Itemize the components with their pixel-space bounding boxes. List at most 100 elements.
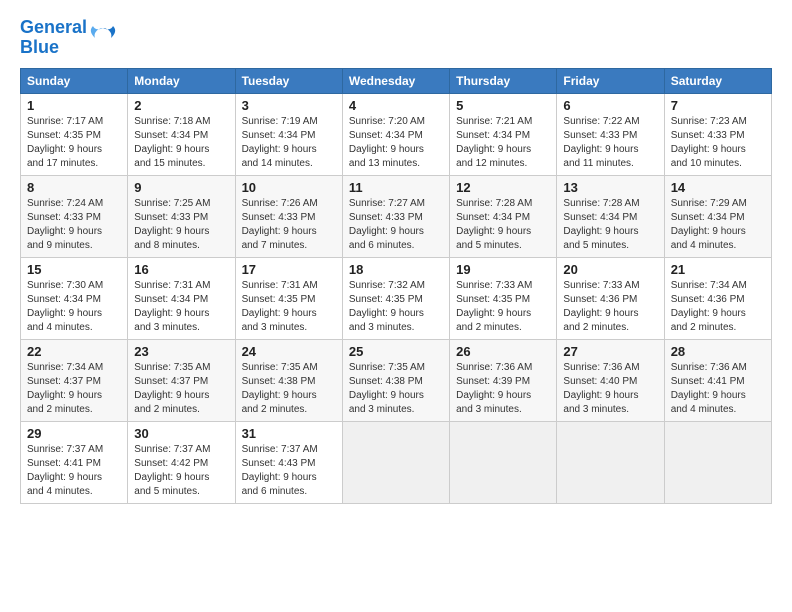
day-info: Sunrise: 7:32 AM Sunset: 4:35 PM Dayligh… [349, 279, 443, 335]
day-number: 19 [456, 262, 550, 277]
day-number: 14 [671, 180, 765, 195]
header-row: Sunday Monday Tuesday Wednesday Thursday… [21, 68, 772, 93]
day-cell: 22 Sunrise: 7:34 AM Sunset: 4:37 PM Dayli… [21, 339, 128, 421]
day-info: Sunrise: 7:33 AM Sunset: 4:36 PM Dayligh… [563, 279, 657, 335]
col-saturday: Saturday [664, 68, 771, 93]
page: General Blue Sunday Monday Tuesday Wedne… [0, 0, 792, 514]
day-number: 9 [134, 180, 228, 195]
day-number: 31 [242, 426, 336, 441]
day-cell: 1 Sunrise: 7:17 AM Sunset: 4:35 PM Daylig… [21, 93, 128, 175]
day-number: 24 [242, 344, 336, 359]
day-cell: 17Sunrise: 7:31 AM Sunset: 4:35 PM Dayli… [235, 257, 342, 339]
day-cell: 21 Sunrise: 7:34 AM Sunset: 4:36 PM Dayli… [664, 257, 771, 339]
col-tuesday: Tuesday [235, 68, 342, 93]
day-cell: 23 Sunrise: 7:35 AM Sunset: 4:37 PM Dayli… [128, 339, 235, 421]
day-number: 30 [134, 426, 228, 441]
header: General Blue [20, 18, 772, 58]
day-cell: 13 Sunrise: 7:28 AM Sunset: 4:34 PM Dayli… [557, 175, 664, 257]
day-cell: 7 Sunrise: 7:23 AM Sunset: 4:33 PM Daylig… [664, 93, 771, 175]
col-wednesday: Wednesday [342, 68, 449, 93]
day-cell: 3Sunrise: 7:19 AM Sunset: 4:34 PM Daylig… [235, 93, 342, 175]
col-thursday: Thursday [450, 68, 557, 93]
day-number: 10 [242, 180, 336, 195]
day-cell: 29Sunrise: 7:37 AM Sunset: 4:41 PM Dayli… [21, 421, 128, 503]
day-info: Sunrise: 7:28 AM Sunset: 4:34 PM Dayligh… [563, 197, 657, 253]
day-info: Sunrise: 7:36 AM Sunset: 4:41 PM Dayligh… [671, 361, 765, 417]
day-info: Sunrise: 7:37 AM Sunset: 4:42 PM Dayligh… [134, 443, 228, 499]
day-number: 13 [563, 180, 657, 195]
day-info: Sunrise: 7:25 AM Sunset: 4:33 PM Dayligh… [134, 197, 228, 253]
logo-text2: Blue [20, 38, 87, 58]
day-info: Sunrise: 7:17 AM Sunset: 4:35 PM Dayligh… [27, 115, 121, 171]
day-cell: 19 Sunrise: 7:33 AM Sunset: 4:35 PM Dayli… [450, 257, 557, 339]
day-cell: 4 Sunrise: 7:20 AM Sunset: 4:34 PM Daylig… [342, 93, 449, 175]
logo-bird-icon [89, 24, 117, 52]
logo-text: General [20, 18, 87, 38]
day-info: Sunrise: 7:35 AM Sunset: 4:37 PM Dayligh… [134, 361, 228, 417]
day-cell: 20Sunrise: 7:33 AM Sunset: 4:36 PM Dayli… [557, 257, 664, 339]
day-info: Sunrise: 7:34 AM Sunset: 4:36 PM Dayligh… [671, 279, 765, 335]
day-number: 8 [27, 180, 121, 195]
day-cell: 12 Sunrise: 7:28 AM Sunset: 4:34 PM Dayli… [450, 175, 557, 257]
day-number: 5 [456, 98, 550, 113]
day-cell: 28 Sunrise: 7:36 AM Sunset: 4:41 PM Dayli… [664, 339, 771, 421]
day-info: Sunrise: 7:31 AM Sunset: 4:34 PM Dayligh… [134, 279, 228, 335]
day-cell: 6Sunrise: 7:22 AM Sunset: 4:33 PM Daylig… [557, 93, 664, 175]
week-row-5: 29Sunrise: 7:37 AM Sunset: 4:41 PM Dayli… [21, 421, 772, 503]
day-number: 11 [349, 180, 443, 195]
day-info: Sunrise: 7:19 AM Sunset: 4:34 PM Dayligh… [242, 115, 336, 171]
day-cell: 16 Sunrise: 7:31 AM Sunset: 4:34 PM Dayli… [128, 257, 235, 339]
day-number: 16 [134, 262, 228, 277]
day-info: Sunrise: 7:24 AM Sunset: 4:33 PM Dayligh… [27, 197, 121, 253]
week-row-1: 1 Sunrise: 7:17 AM Sunset: 4:35 PM Daylig… [21, 93, 772, 175]
day-info: Sunrise: 7:35 AM Sunset: 4:38 PM Dayligh… [349, 361, 443, 417]
day-number: 23 [134, 344, 228, 359]
day-number: 27 [563, 344, 657, 359]
day-number: 2 [134, 98, 228, 113]
day-number: 21 [671, 262, 765, 277]
day-number: 15 [27, 262, 121, 277]
day-cell: 10 Sunrise: 7:26 AM Sunset: 4:33 PM Dayli… [235, 175, 342, 257]
day-number: 1 [27, 98, 121, 113]
day-info: Sunrise: 7:21 AM Sunset: 4:34 PM Dayligh… [456, 115, 550, 171]
col-monday: Monday [128, 68, 235, 93]
day-info: Sunrise: 7:31 AM Sunset: 4:35 PM Dayligh… [242, 279, 336, 335]
day-cell [450, 421, 557, 503]
day-info: Sunrise: 7:22 AM Sunset: 4:33 PM Dayligh… [563, 115, 657, 171]
day-cell: 11 Sunrise: 7:27 AM Sunset: 4:33 PM Dayli… [342, 175, 449, 257]
day-cell [557, 421, 664, 503]
day-cell: 30 Sunrise: 7:37 AM Sunset: 4:42 PM Dayli… [128, 421, 235, 503]
day-info: Sunrise: 7:37 AM Sunset: 4:43 PM Dayligh… [242, 443, 336, 499]
day-number: 29 [27, 426, 121, 441]
day-info: Sunrise: 7:35 AM Sunset: 4:38 PM Dayligh… [242, 361, 336, 417]
day-cell [664, 421, 771, 503]
day-info: Sunrise: 7:26 AM Sunset: 4:33 PM Dayligh… [242, 197, 336, 253]
day-number: 7 [671, 98, 765, 113]
col-friday: Friday [557, 68, 664, 93]
day-info: Sunrise: 7:30 AM Sunset: 4:34 PM Dayligh… [27, 279, 121, 335]
day-number: 26 [456, 344, 550, 359]
day-cell: 14Sunrise: 7:29 AM Sunset: 4:34 PM Dayli… [664, 175, 771, 257]
day-cell: 9 Sunrise: 7:25 AM Sunset: 4:33 PM Daylig… [128, 175, 235, 257]
day-number: 22 [27, 344, 121, 359]
day-cell: 8 Sunrise: 7:24 AM Sunset: 4:33 PM Daylig… [21, 175, 128, 257]
day-number: 4 [349, 98, 443, 113]
day-info: Sunrise: 7:27 AM Sunset: 4:33 PM Dayligh… [349, 197, 443, 253]
day-number: 12 [456, 180, 550, 195]
day-number: 28 [671, 344, 765, 359]
day-info: Sunrise: 7:23 AM Sunset: 4:33 PM Dayligh… [671, 115, 765, 171]
day-info: Sunrise: 7:28 AM Sunset: 4:34 PM Dayligh… [456, 197, 550, 253]
day-cell: 18Sunrise: 7:32 AM Sunset: 4:35 PM Dayli… [342, 257, 449, 339]
day-cell [342, 421, 449, 503]
day-number: 25 [349, 344, 443, 359]
day-info: Sunrise: 7:20 AM Sunset: 4:34 PM Dayligh… [349, 115, 443, 171]
day-info: Sunrise: 7:34 AM Sunset: 4:37 PM Dayligh… [27, 361, 121, 417]
day-info: Sunrise: 7:18 AM Sunset: 4:34 PM Dayligh… [134, 115, 228, 171]
day-cell: 15 Sunrise: 7:30 AM Sunset: 4:34 PM Dayli… [21, 257, 128, 339]
day-cell: 26Sunrise: 7:36 AM Sunset: 4:39 PM Dayli… [450, 339, 557, 421]
day-cell: 25 Sunrise: 7:35 AM Sunset: 4:38 PM Dayli… [342, 339, 449, 421]
day-info: Sunrise: 7:33 AM Sunset: 4:35 PM Dayligh… [456, 279, 550, 335]
week-row-2: 8 Sunrise: 7:24 AM Sunset: 4:33 PM Daylig… [21, 175, 772, 257]
week-row-3: 15 Sunrise: 7:30 AM Sunset: 4:34 PM Dayli… [21, 257, 772, 339]
day-cell: 2 Sunrise: 7:18 AM Sunset: 4:34 PM Daylig… [128, 93, 235, 175]
